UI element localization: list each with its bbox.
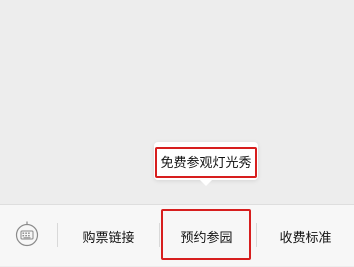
submenu-item-free-light-show[interactable]: 免费参观灯光秀 (154, 142, 258, 180)
menu-item-ticket-link[interactable]: 购票链接 (58, 205, 159, 267)
bottom-menu-bar: 购票链接 预约参园 收费标准 (0, 204, 354, 266)
submenu-popup: 免费参观灯光秀 (154, 142, 258, 186)
menu-item-park-reservation[interactable]: 预约参园 (160, 205, 253, 267)
keyboard-toggle-icon[interactable] (12, 219, 42, 249)
menu-item-fee-standards[interactable]: 收费标准 (257, 205, 354, 267)
